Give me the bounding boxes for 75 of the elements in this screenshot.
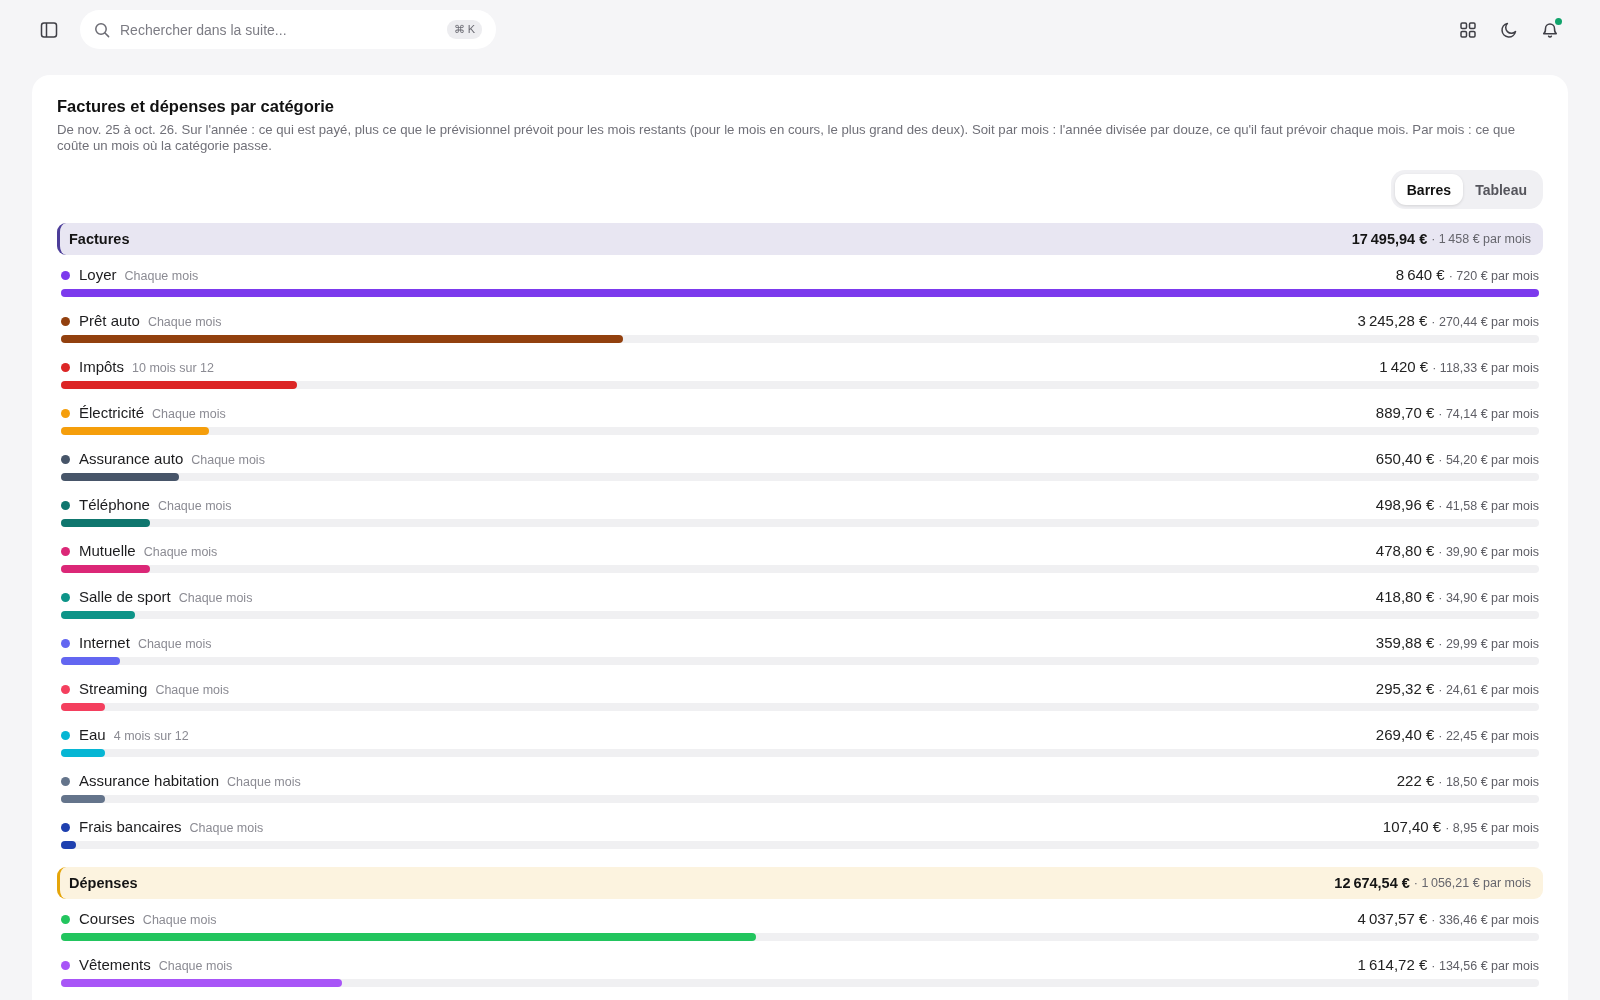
monthly-amount: · 74,14 € par mois [1438, 406, 1539, 423]
frequency-label: 4 mois sur 12 [113, 728, 189, 745]
category-total: 498,96 € [1375, 495, 1435, 515]
category-name: Assurance habitation [79, 771, 220, 791]
category-name: Prêt auto [79, 311, 140, 331]
card-title: Factures et dépenses par catégorie [57, 96, 335, 117]
monthly-amount: · 22,45 € par mois [1438, 728, 1539, 745]
frequency-label: Chaque mois [157, 498, 232, 515]
monthly-amount: · 39,90 € par mois [1438, 544, 1539, 561]
category-total: 1 420 € [1379, 357, 1429, 377]
category-total: 889,70 € [1375, 403, 1435, 423]
monthly-amount: · 54,20 € par mois [1438, 452, 1539, 469]
frequency-label: Chaque mois [191, 452, 265, 469]
category-name: Salle de sport [79, 587, 171, 607]
group-monthly-amount: · 1 056,21 € par mois [1413, 876, 1531, 890]
search-icon [94, 21, 110, 38]
frequency-label: Chaque mois [152, 406, 226, 423]
category-name: Mutuelle [79, 541, 136, 561]
view-tab[interactable]: Tableau [1463, 174, 1539, 205]
category-total: 269,40 € [1375, 725, 1435, 745]
monthly-amount: · 270,44 € par mois [1431, 314, 1539, 331]
frequency-label: Chaque mois [158, 958, 233, 975]
category-total: 650,40 € [1375, 449, 1435, 469]
category-total: 295,32 € [1375, 679, 1435, 699]
category-total: 107,40 € [1382, 817, 1442, 837]
sidebar-toggle-icon[interactable] [40, 20, 58, 39]
category-name: Assurance auto [79, 449, 184, 469]
category-name: Eau [79, 725, 106, 745]
category-name: Impôts [79, 357, 124, 377]
moon-icon[interactable] [1500, 20, 1518, 39]
category-name: Frais bancaires [79, 817, 182, 837]
category-name: Internet [79, 633, 130, 653]
frequency-label: Chaque mois [178, 590, 253, 607]
category-name: Vêtements [79, 955, 151, 975]
group-name: Factures [69, 231, 130, 247]
category-total: 359,88 € [1375, 633, 1435, 653]
category-total: 222 € [1396, 771, 1435, 791]
category-name: Streaming [79, 679, 148, 699]
monthly-amount: · 24,61 € par mois [1438, 682, 1539, 699]
frequency-label: Chaque mois [143, 544, 218, 561]
group-name: Dépenses [69, 875, 138, 891]
monthly-amount: · 18,50 € par mois [1438, 774, 1539, 791]
bell-icon[interactable] [1541, 20, 1559, 39]
group-total: 17 495,94 € [1351, 231, 1428, 247]
category-total: 478,80 € [1375, 541, 1435, 561]
monthly-amount: · 29,99 € par mois [1438, 636, 1539, 653]
monthly-amount: · 336,46 € par mois [1431, 912, 1539, 929]
monthly-amount: · 720 € par mois [1448, 268, 1539, 285]
category-name: Électricité [79, 403, 145, 423]
category-total: 418,80 € [1375, 587, 1435, 607]
category-name: Loyer [79, 265, 117, 285]
category-total: 3 245,28 € [1357, 311, 1428, 331]
monthly-amount: · 34,90 € par mois [1438, 590, 1539, 607]
grid-icon[interactable] [1459, 20, 1477, 39]
frequency-label: Chaque mois [137, 636, 212, 653]
category-total: 8 640 € [1395, 265, 1445, 285]
monthly-amount: · 134,56 € par mois [1431, 958, 1539, 975]
monthly-amount: · 118,33 € par mois [1432, 360, 1539, 377]
category-name: Téléphone [79, 495, 150, 515]
monthly-amount: · 41,58 € par mois [1438, 498, 1539, 515]
frequency-label: Chaque mois [155, 682, 230, 699]
frequency-label: Chaque mois [189, 820, 264, 837]
category-total: 1 614,72 € [1357, 955, 1428, 975]
card-description: De nov. 25 à oct. 26. Sur l'année : ce qui est payé, plus ce que le prévisionnel prévoit pour les mois restants (pour le mois en cours, le plus grand des deux). Soit par mois : l'année divisée par douze, ce qu'il faut prévoir chaque mois. Par mois : ce que coûte un mois où la catégorie passe. [57, 122, 1516, 154]
frequency-label: Chaque mois [227, 774, 301, 791]
group-total: 12 674,54 € [1334, 875, 1410, 891]
frequency-label: 10 mois sur 12 [132, 360, 214, 377]
category-name: Courses [79, 909, 135, 929]
monthly-amount: · 8,95 € par mois [1445, 820, 1539, 837]
frequency-label: Chaque mois [147, 314, 222, 331]
category-total: 4 037,57 € [1357, 909, 1428, 929]
frequency-label: Chaque mois [142, 912, 217, 929]
view-tab[interactable]: Barres [1394, 174, 1464, 205]
group-monthly-amount: · 1 458 € par mois [1431, 232, 1531, 246]
frequency-label: Chaque mois [124, 268, 199, 285]
